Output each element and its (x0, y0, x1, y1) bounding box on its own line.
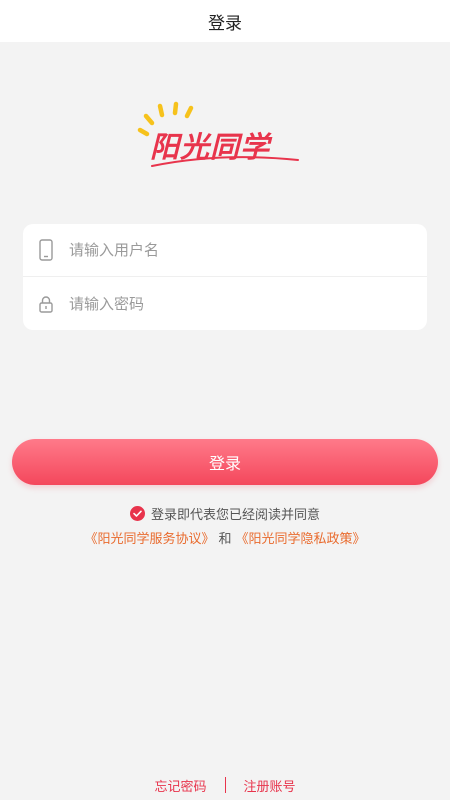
privacy-policy-link[interactable]: 《阳光同学隐私政策》 (236, 528, 366, 547)
check-circle-icon[interactable] (129, 505, 145, 521)
lock-icon (23, 277, 69, 330)
footer-links: 忘记密码 注册账号 (0, 775, 450, 795)
forgot-password-link[interactable]: 忘记密码 (154, 776, 206, 795)
logo-text: 阳光同学 (150, 130, 271, 164)
service-agreement-link[interactable]: 《阳光同学服务协议》 (84, 528, 214, 547)
footer-divider (224, 777, 226, 793)
and-text: 和 (218, 531, 232, 547)
agreement-text: 登录即代表您已经阅读并同意 (150, 507, 320, 523)
password-input[interactable] (69, 283, 427, 324)
register-link[interactable]: 注册账号 (244, 776, 296, 795)
username-input[interactable] (69, 230, 427, 270)
username-row (23, 224, 427, 277)
header-bar: 登录 (0, 0, 450, 42)
page-title: 登录 (208, 13, 242, 34)
password-row (23, 277, 427, 330)
login-form (23, 224, 427, 330)
app-logo: 阳光同学 (130, 96, 310, 176)
login-button[interactable]: 登录 (12, 439, 438, 485)
policy-links: 《阳光同学服务协议》 和 《阳光同学隐私政策》 (0, 527, 450, 547)
agreement-line: 登录即代表您已经阅读并同意 (0, 503, 450, 523)
phone-icon (23, 224, 69, 277)
